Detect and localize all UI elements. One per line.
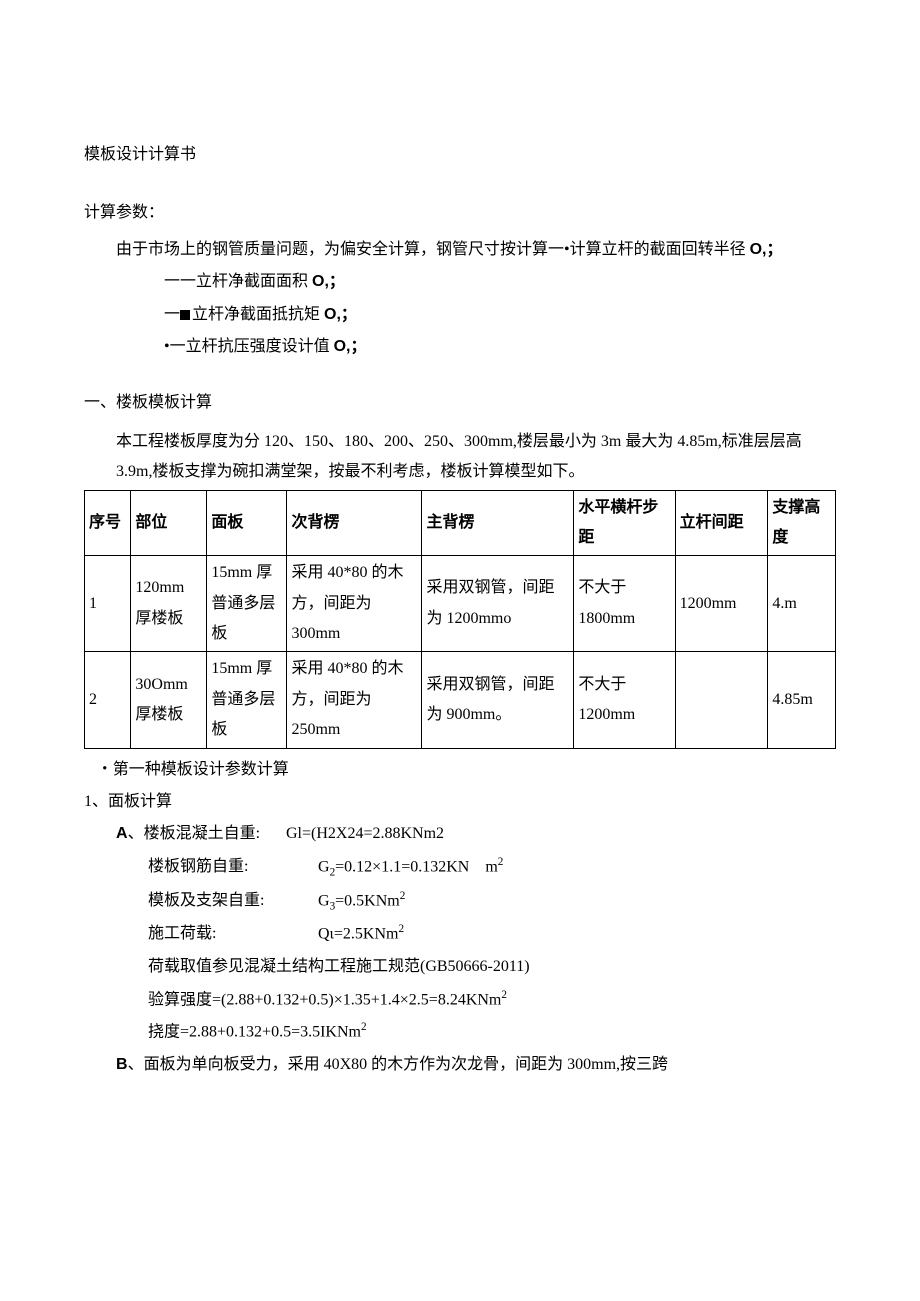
calc-a-row: A、楼板混凝土自重: Gl=(H2X24=2.88KNm2	[84, 819, 836, 849]
cell: 采用 40*80 的木方，间距为 250mm	[287, 652, 422, 748]
cell: 4.m	[768, 556, 836, 652]
table-row: 1 120mm 厚楼板 15mm 厚普通多层板 采用 40*80 的木方，间距为…	[85, 556, 836, 652]
calc-a-text: 、楼板混凝土自重:	[128, 825, 260, 842]
calc-row-1-value: G3=0.5KNm2	[318, 886, 836, 918]
th-sub: 次背楞	[287, 490, 422, 556]
calc-row-0-value: G2=0.12×1.1=0.132KN m2	[318, 852, 836, 884]
cell: 30Omm 厚楼板	[131, 652, 207, 748]
calc-row-1-label: 模板及支架自重:	[148, 886, 318, 918]
param-line-0-prefix: 一一立杆净截面面积	[164, 273, 312, 290]
calc-a-value: Gl=(H2X24=2.88KNm2	[286, 819, 836, 849]
th-seq: 序号	[85, 490, 131, 556]
param-line-1: 一立杆净截面抵抗矩 O,；	[84, 300, 836, 330]
calc-panel-heading: 1、面板计算	[84, 787, 836, 817]
calc-a-bold: A	[116, 825, 128, 842]
section1-intro: 本工程楼板厚度为分 120、150、180、200、250、300mm,楼层最小…	[84, 427, 836, 488]
square-icon	[180, 310, 190, 320]
calc-row-0-label: 楼板钢筋自重:	[148, 852, 318, 884]
params-intro: 由于市场上的钢管质量问题，为偏安全计算，钢管尺寸按计算一•计算立杆的截面回转半径…	[84, 235, 836, 265]
cell: 不大于 1200mm	[574, 652, 675, 748]
sup-2: 2	[361, 1021, 367, 1033]
cell: 1200mm	[675, 556, 768, 652]
param-line-2-bold: O,；	[334, 338, 367, 355]
params-heading: 计算参数：	[84, 198, 836, 228]
calc-a-label: A、楼板混凝土自重:	[116, 819, 286, 849]
load-ref: 荷载取值参见混凝土结构工程施工规范(GB50666-2011)	[84, 952, 836, 982]
param-line-2: •一立杆抗压强度设计值 O,；	[84, 332, 836, 362]
th-post: 立杆间距	[675, 490, 768, 556]
cell: 120mm 厚楼板	[131, 556, 207, 652]
cell: 15mm 厚普通多层板	[207, 556, 287, 652]
cell: 15mm 厚普通多层板	[207, 652, 287, 748]
cell: 1	[85, 556, 131, 652]
deflection-calc: 挠度=2.88+0.132+0.5=3.5IKNm2	[84, 1017, 836, 1048]
calc-row-2-value: Qι=2.5KNm2	[318, 919, 836, 950]
doc-title: 模板设计计算书	[84, 140, 836, 170]
calc-b-row: B、面板为单向板受力，采用 40X80 的木方作为次龙骨，间距为 300mm,按…	[84, 1050, 836, 1080]
cell: 2	[85, 652, 131, 748]
param-line-1-bold: O,；	[324, 306, 357, 323]
params-intro-bold: O,；	[750, 241, 783, 258]
table-row: 2 30Omm 厚楼板 15mm 厚普通多层板 采用 40*80 的木方，间距为…	[85, 652, 836, 748]
model-table: 序号 部位 面板 次背楞 主背楞 水平横杆步距 立杆间距 支撑高度 1 120m…	[84, 490, 836, 749]
calc-row-0: 楼板钢筋自重: G2=0.12×1.1=0.132KN m2	[84, 852, 836, 884]
param-line-2-prefix: •一立杆抗压强度设计值	[164, 338, 334, 355]
cell: 不大于 1800mm	[574, 556, 675, 652]
sup-2: 2	[501, 989, 507, 1001]
cell: 采用双钢管，间距为 1200mmo	[422, 556, 574, 652]
th-panel: 面板	[207, 490, 287, 556]
deflection-text: 挠度=2.88+0.132+0.5=3.5IKNm	[148, 1024, 361, 1041]
calc-b-bold: B	[116, 1056, 128, 1073]
note-after-table: ・第一种模板设计参数计算	[84, 755, 836, 785]
table-header-row: 序号 部位 面板 次背楞 主背楞 水平横杆步距 立杆间距 支撑高度	[85, 490, 836, 556]
calc-b-text: 、面板为单向板受力，采用 40X80 的木方作为次龙骨，间距为 300mm,按三…	[128, 1056, 668, 1073]
strength-calc: 验算强度=(2.88+0.132+0.5)×1.35+1.4×2.5=8.24K…	[84, 985, 836, 1016]
cell: 采用双钢管，间距为 900mm。	[422, 652, 574, 748]
calc-row-2-label: 施工荷载:	[148, 919, 318, 950]
param-line-0-bold: O,；	[312, 273, 345, 290]
calc-row-1: 模板及支架自重: G3=0.5KNm2	[84, 886, 836, 918]
strength-text: 验算强度=(2.88+0.132+0.5)×1.35+1.4×2.5=8.24K…	[148, 991, 501, 1008]
th-hstep: 水平横杆步距	[574, 490, 675, 556]
th-main: 主背楞	[422, 490, 574, 556]
section1-heading: 一、楼板模板计算	[84, 388, 836, 418]
th-part: 部位	[131, 490, 207, 556]
param-line-1-mid: 立杆净截面抵抗矩	[192, 306, 324, 323]
cell	[675, 652, 768, 748]
th-height: 支撑高度	[768, 490, 836, 556]
param-line-1-prefix: 一	[164, 306, 180, 323]
params-intro-text: 由于市场上的钢管质量问题，为偏安全计算，钢管尺寸按计算一•计算立杆的截面回转半径	[116, 241, 750, 258]
calc-row-2: 施工荷载: Qι=2.5KNm2	[84, 919, 836, 950]
cell: 4.85m	[768, 652, 836, 748]
cell: 采用 40*80 的木方，间距为 300mm	[287, 556, 422, 652]
param-line-0: 一一立杆净截面面积 O,；	[84, 267, 836, 297]
